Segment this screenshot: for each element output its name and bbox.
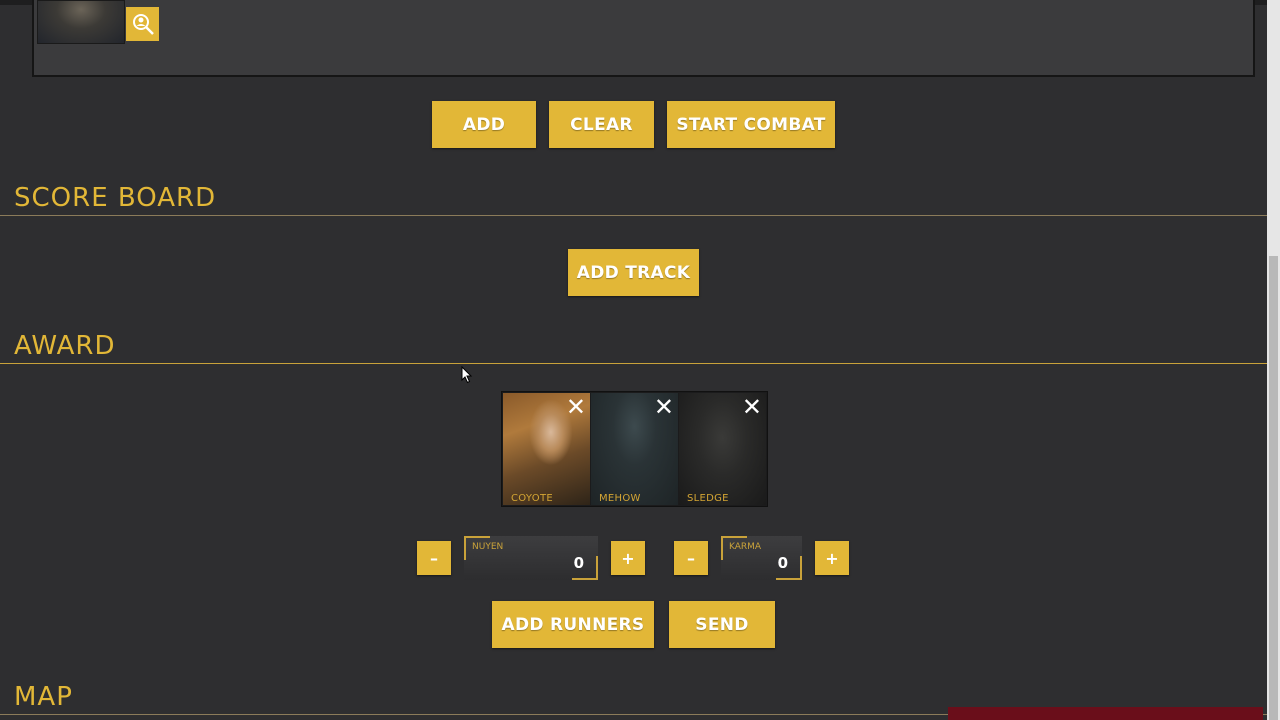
clear-button[interactable]: CLEAR [549,101,654,148]
karma-label: KARMA [729,542,762,552]
karma-decrement-button[interactable]: – [674,541,708,575]
score-board-heading: SCORE BOARD [14,183,217,213]
start-combat-button[interactable]: START COMBAT [667,101,835,148]
karma-field[interactable]: KARMA 0 [721,536,802,580]
inspect-combatant-button[interactable] [126,7,159,41]
runner-name: COYOTE [511,493,553,504]
combatant-portrait[interactable] [37,0,125,44]
remove-runner-button[interactable]: ✕ [742,395,762,419]
mouse-cursor-icon [461,366,473,384]
selected-runners-strip: ✕ COYOTE ✕ MEHOW ✕ SLEDGE [501,391,768,507]
award-heading: AWARD [14,331,116,361]
karma-increment-button[interactable]: + [815,541,849,575]
nuyen-decrement-button[interactable]: – [417,541,451,575]
section-divider [0,215,1267,216]
nuyen-increment-button[interactable]: + [611,541,645,575]
karma-value[interactable]: 0 [778,554,788,572]
remove-runner-button[interactable]: ✕ [654,395,674,419]
add-runners-button[interactable]: ADD RUNNERS [492,601,654,648]
map-heading: MAP [14,682,73,712]
nuyen-value[interactable]: 0 [574,554,584,572]
runner-name: SLEDGE [687,493,729,504]
nuyen-field[interactable]: NUYEN 0 [464,536,598,580]
runner-name: MEHOW [599,493,641,504]
add-track-button[interactable]: ADD TRACK [568,249,699,296]
notification-bar [948,707,1263,720]
section-divider [0,363,1267,364]
runner-card-coyote[interactable]: ✕ COYOTE [503,393,590,505]
search-person-icon [132,14,154,35]
add-combatant-button[interactable]: ADD [432,101,536,148]
nuyen-label: NUYEN [472,542,504,552]
runner-card-sledge[interactable]: ✕ SLEDGE [679,393,766,505]
scrollbar-thumb[interactable] [1269,256,1278,720]
remove-runner-button[interactable]: ✕ [566,395,586,419]
page-scrollbar[interactable] [1267,0,1280,720]
send-award-button[interactable]: SEND [669,601,775,648]
combatants-panel [32,0,1255,77]
runner-card-mehow[interactable]: ✕ MEHOW [591,393,678,505]
